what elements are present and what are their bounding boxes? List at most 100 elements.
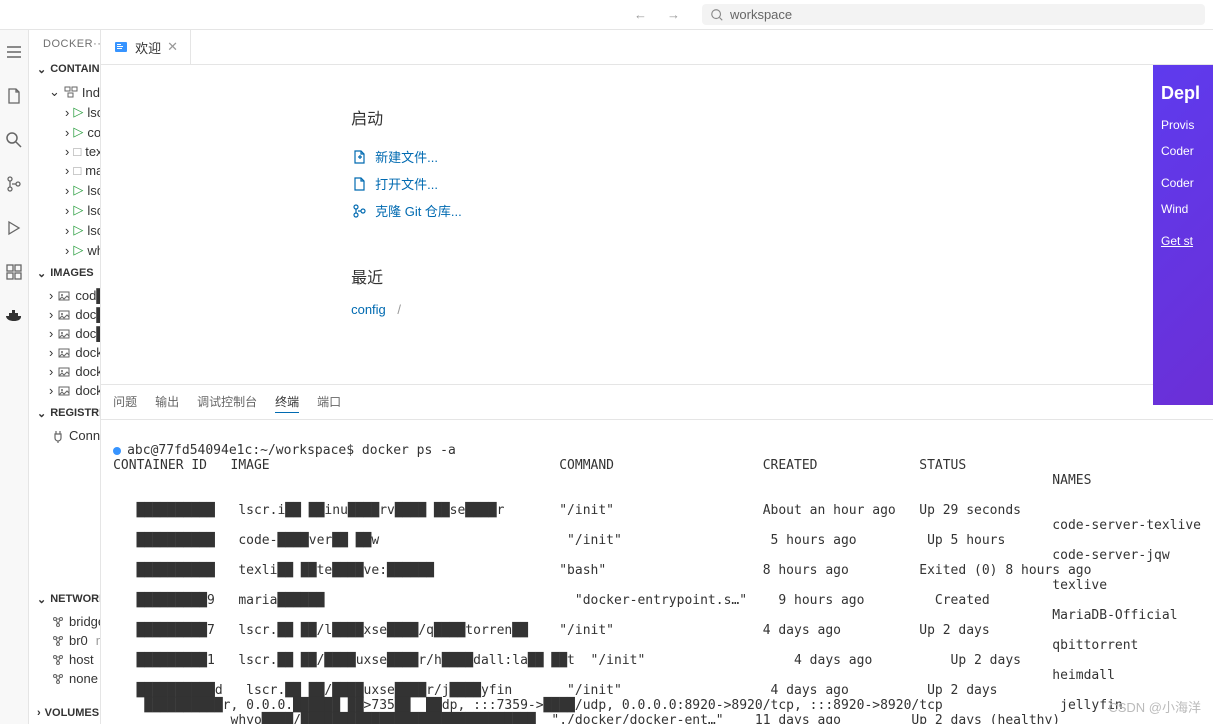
nav-forward-icon[interactable]: → [661,5,686,24]
containers-group[interactable]: ⌄ Individual Containers [29,82,100,102]
container-item[interactable]: ›▷lscr.io/████ rv██ ██ein████:lat████ ██… [29,200,100,220]
image-icon [57,384,71,398]
play-icon: ▷ [73,104,83,120]
docker-sidebar: DOCKER ··· ⌄ CONTAINERS ⌄ Individual Con… [29,30,101,724]
get-started-link[interactable]: Get st [1161,234,1193,248]
recent-heading: 最近 [351,264,1213,288]
chevron-right-icon: › [65,203,69,218]
search-icon [710,8,724,22]
chevron-right-icon: › [49,364,53,379]
play-icon: ▷ [73,222,83,238]
play-icon: ▷ [73,202,83,218]
image-item[interactable]: ›dock████ ██/nh████/██/ab████ ██i████ [29,381,100,400]
play-icon: ▷ [73,124,83,140]
git-clone-icon [351,203,367,219]
image-item[interactable]: ›doc██ ██o/fileb████ ██er/fileb███ ██er [29,324,100,343]
chevron-right-icon: › [49,383,53,398]
network-item[interactable]: bridgebridge - 2 days ago [29,612,100,631]
chevron-right-icon: › [49,326,53,341]
search-sidebar-icon[interactable] [0,126,28,154]
coder-promo-panel: Depl Provis Coder Coder Wind Get st [1153,65,1213,405]
chevron-down-icon: ⌄ [37,592,46,606]
chevron-down-icon: ⌄ [37,406,46,420]
play-icon: ▷ [73,182,83,198]
networks-section-header[interactable]: ⌄ NETWORKS [29,588,100,610]
extensions-icon[interactable] [0,258,28,286]
image-item[interactable]: ›dock████ ██/nasto████nas-to████ [29,362,100,381]
image-item[interactable]: ›cod██ ██rver-jqw [29,286,100,305]
panel-tab[interactable]: 终端 [275,391,299,413]
run-debug-icon[interactable] [0,214,28,242]
play-icon: ▷ [73,242,83,258]
container-item[interactable]: ›▷lscr.io/████ rv██ ██lly██ ██elly██ - U… [29,220,100,240]
panel-tabs: 问题输出调试控制台终端端口 [101,385,1213,420]
container-item[interactable]: ›□maria████ ██D-██fici██ ███rea██████ [29,161,100,180]
command-center[interactable]: workspace [702,4,1205,25]
editor-area: 欢迎 ✕ 启动 新建文件... 打开文件... 克隆 Git 仓库... [101,30,1213,724]
chevron-right-icon: › [37,706,41,720]
image-icon [57,346,71,360]
terminal-active-dot [113,447,121,455]
container-item[interactable]: ›▷whyou█████ ██ong██ ██ng████ - I████ays… [29,240,100,260]
clone-repo-link[interactable]: 克隆 Git 仓库... [351,197,1213,224]
source-control-icon[interactable] [0,170,28,198]
docker-icon[interactable] [0,302,28,330]
containers-section-header[interactable]: ⌄ CONTAINERS [29,58,100,80]
chevron-right-icon: › [65,125,69,140]
container-item[interactable]: ›▷code-s████-j██ ode-s████-jq██ Up ... [29,122,100,142]
search-text: workspace [730,7,792,22]
new-file-icon [351,149,367,165]
plug-icon [51,429,65,443]
chevron-down-icon: ⌄ [37,62,46,76]
new-file-link[interactable]: 新建文件... [351,143,1213,170]
activity-bar [0,30,29,724]
welcome-tab-icon [113,39,129,55]
container-item[interactable]: ›▷lscr.io/████ rv██ ██bi████ent ████or..… [29,180,100,200]
menu-icon[interactable] [0,38,28,66]
terminal-panel: 问题输出调试控制台终端端口 abc@77fd54094e1c:~/workspa… [101,384,1213,724]
recent-item[interactable]: config / [351,302,1213,317]
watermark: CSDN @小海洋 [1108,697,1201,716]
volumes-section-header[interactable]: › VOLUMES [29,702,100,724]
open-file-link[interactable]: 打开文件... [351,170,1213,197]
open-file-icon [351,176,367,192]
panel-tab[interactable]: 输出 [155,391,179,413]
chevron-right-icon: › [65,163,69,178]
close-icon[interactable]: ✕ [167,39,178,55]
network-icon [51,615,65,629]
title-bar: ← → workspace [0,0,1213,30]
more-actions-icon[interactable]: ··· [93,38,101,50]
image-icon [57,289,71,303]
container-item[interactable]: ›▷lscr.io/████████████████de-s... [29,102,100,122]
chevron-down-icon: ⌄ [37,266,46,280]
chevron-right-icon: › [65,144,69,159]
tab-welcome[interactable]: 欢迎 ✕ [101,30,191,64]
panel-tab[interactable]: 端口 [317,391,341,413]
terminal-output[interactable]: abc@77fd54094e1c:~/workspace$ docker ps … [101,420,1213,724]
images-section-header[interactable]: ⌄ IMAGES [29,262,100,284]
sidebar-title: DOCKER [43,38,93,50]
network-item[interactable]: br0macvlan - 9 days ago [29,631,100,650]
image-item[interactable]: ›doc██ ██o/apac████ebdav/ap██ ██ewebd... [29,305,100,324]
chevron-right-icon: › [65,183,69,198]
network-icon [51,653,65,667]
welcome-page: 启动 新建文件... 打开文件... 克隆 Git 仓库... 最近 confi… [101,65,1213,384]
nav-back-icon[interactable]: ← [628,5,653,24]
chevron-right-icon: › [49,288,53,303]
image-icon [57,308,71,322]
chevron-right-icon: › [65,223,69,238]
panel-tab[interactable]: 调试控制台 [197,391,257,413]
stop-icon: □ [73,144,81,159]
connect-registry[interactable]: Connect Registry... [29,426,100,445]
image-item[interactable]: ›dock████ ██/hslr/s████panel [29,343,100,362]
panel-tab[interactable]: 问题 [113,391,137,413]
chevron-right-icon: › [65,105,69,120]
registries-section-header[interactable]: ⌄ REGISTRIES [29,402,100,424]
chevron-down-icon: ⌄ [49,84,60,100]
start-heading: 启动 [351,105,1213,129]
explorer-icon[interactable] [0,82,28,110]
network-item[interactable]: hosthost - 2 years ago [29,650,100,669]
chevron-right-icon: › [49,307,53,322]
network-item[interactable]: nonenull - 2 years ago [29,669,100,688]
container-item[interactable]: ›□texlive/████a████te████ - E███ (0) ... [29,142,100,161]
